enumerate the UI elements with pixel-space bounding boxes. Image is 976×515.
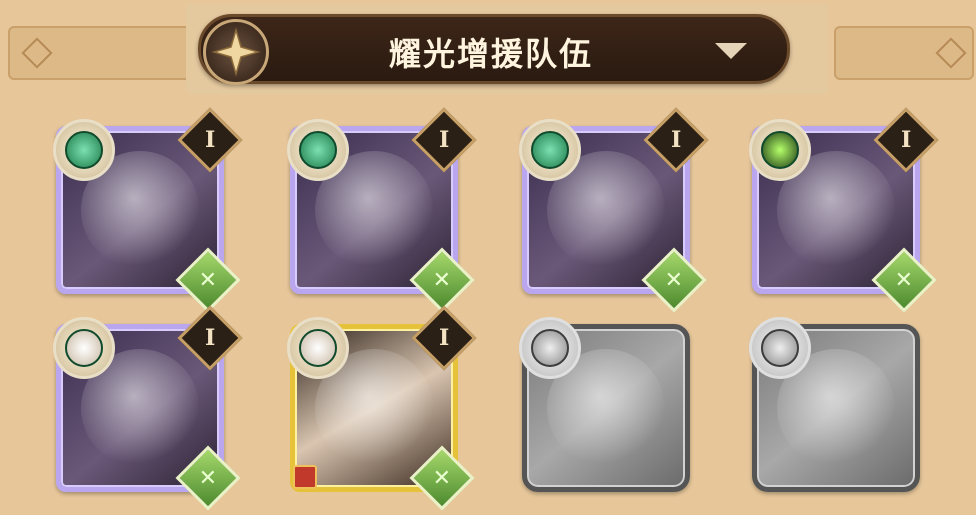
hero-card-8-locked[interactable] [749,317,920,492]
hero-card-6[interactable]: I ✕ [287,305,477,511]
celestial-faction-icon [287,317,349,379]
hero-card-5[interactable]: I ✕ [53,305,243,511]
ranger-class-icon: ✕ [175,445,241,511]
hero-card-2[interactable]: I ✕ [287,107,477,313]
wilder-faction-icon [287,119,349,181]
ranger-class-icon: ✕ [409,247,475,313]
hero-card-7-locked[interactable] [519,317,690,492]
left-decor-bar [8,26,198,80]
diamond-ornament-icon [935,37,967,69]
team-selector-dropdown[interactable]: 耀光增援队伍 [198,14,790,85]
ranger-class-icon: ✕ [641,247,707,313]
ranger-class-icon: ✕ [175,247,241,313]
team-title: 耀光增援队伍 [388,35,593,73]
lightbearer-faction-icon [53,317,115,379]
wilder-faction-icon [53,119,115,181]
star-compass-icon [203,19,269,85]
hero-card-4[interactable]: I ✕ [749,107,939,313]
lightbearer-faction-icon [519,317,581,379]
tier-badge: I [411,107,477,173]
diamond-ornament-icon [21,37,53,69]
graveborn-faction-icon [749,119,811,181]
wilder-faction-icon [519,119,581,181]
corner-marker-icon [293,465,317,489]
tier-badge: I [873,107,939,173]
chevron-down-icon[interactable] [715,43,747,59]
ranger-class-icon: ✕ [871,247,937,313]
hero-card-3[interactable]: I ✕ [519,107,709,313]
hero-card-1[interactable]: I ✕ [53,107,243,313]
tier-badge: I [177,107,243,173]
tier-badge: I [411,305,477,371]
tier-badge: I [177,305,243,371]
tier-badge: I [643,107,709,173]
ranger-class-icon: ✕ [409,445,475,511]
right-decor-bar [834,26,974,80]
lightbearer-faction-icon [749,317,811,379]
